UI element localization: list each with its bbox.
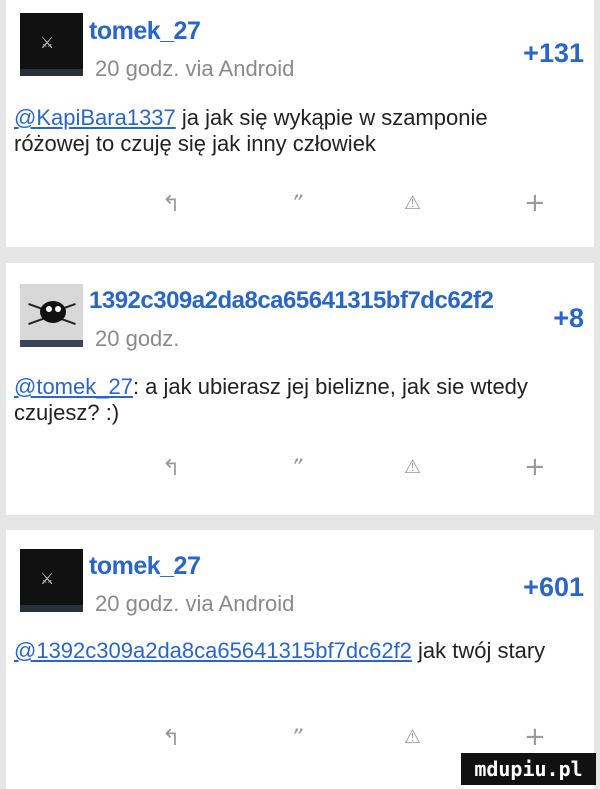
quote-icon[interactable]: ”	[291, 192, 302, 217]
comment-card: ⚔ tomek_27 20 godz. via Android +601 @13…	[6, 530, 594, 789]
warning-icon[interactable]: ⚠	[404, 726, 421, 748]
comment-card: ⚔ tomek_27 20 godz. via Android +131 @Ka…	[6, 0, 594, 247]
post-meta: 20 godz.	[95, 326, 180, 351]
username[interactable]: tomek_27	[89, 552, 201, 581]
avatar[interactable]	[20, 284, 83, 347]
vote-score: +601	[523, 572, 584, 602]
figure-icon: ⚔	[40, 33, 55, 52]
action-bar: ↰ ” ⚠ +	[6, 722, 594, 756]
plus-icon[interactable]: +	[524, 452, 546, 482]
avatar[interactable]: ⚔	[20, 13, 83, 76]
plus-icon[interactable]: +	[524, 188, 546, 218]
vote-score: +8	[553, 303, 584, 333]
quote-icon[interactable]: ”	[291, 456, 302, 481]
quote-icon[interactable]: ”	[291, 726, 302, 751]
bug-icon	[40, 301, 66, 323]
comment-text: @1392c309a2da8ca65641315bf7dc62f2 jak tw…	[14, 638, 554, 664]
warning-icon[interactable]: ⚠	[404, 192, 421, 214]
mention-link[interactable]: @KapiBara1337	[14, 105, 176, 130]
post-meta: 20 godz. via Android	[95, 591, 295, 616]
comment-text: @tomek_27: a jak ubierasz jej bielizne, …	[14, 374, 554, 426]
mention-link[interactable]: @1392c309a2da8ca65641315bf7dc62f2	[14, 638, 412, 663]
action-bar: ↰ ” ⚠ +	[6, 452, 594, 486]
comment-body: jak twój stary	[411, 638, 546, 663]
reply-icon[interactable]: ↰	[162, 192, 180, 217]
mention-link[interactable]: @tomek_27	[14, 374, 133, 399]
vote-score: +131	[523, 38, 584, 68]
post-meta: 20 godz. via Android	[95, 56, 295, 81]
reply-icon[interactable]: ↰	[162, 456, 180, 481]
username[interactable]: tomek_27	[89, 17, 201, 46]
comment-text: @KapiBara1337 ja jak się wykąpie w szamp…	[14, 105, 554, 157]
plus-icon[interactable]: +	[524, 722, 546, 752]
username[interactable]: 1392c309a2da8ca65641315bf7dc62f2	[89, 287, 494, 315]
reply-icon[interactable]: ↰	[162, 726, 180, 751]
watermark-logo: mdupiu.pl	[461, 753, 596, 785]
figure-icon: ⚔	[40, 569, 55, 588]
avatar[interactable]: ⚔	[20, 549, 83, 612]
warning-icon[interactable]: ⚠	[404, 456, 421, 478]
action-bar: ↰ ” ⚠ +	[6, 188, 594, 222]
comment-card: 1392c309a2da8ca65641315bf7dc62f2 20 godz…	[6, 263, 594, 515]
